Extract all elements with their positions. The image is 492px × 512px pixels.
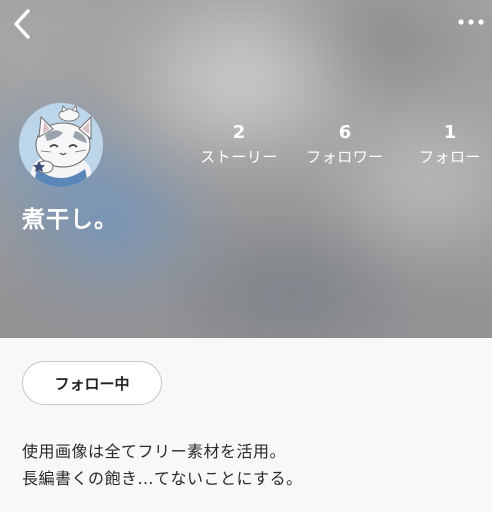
following-button[interactable]: フォロー中 <box>22 361 162 405</box>
stat-following-label: フォロー <box>418 148 481 166</box>
stat-following[interactable]: 1 フォロー <box>410 120 490 168</box>
stat-stories-count: 2 <box>232 122 246 143</box>
bio-line: 長編書くの飽き…てないことにする。 <box>22 469 303 488</box>
profile-username: 煮干し。 <box>22 207 118 233</box>
stat-followers[interactable]: 6 フォロワー <box>300 120 390 168</box>
profile-screen: 2 ストーリー 6 フォロワー 1 フォロー 煮干し。 フォロー中 使用画像は全… <box>0 0 492 512</box>
bio-line: 使用画像は全てフリー素材を活用。 <box>22 442 287 461</box>
more-options-button[interactable] <box>456 12 486 32</box>
stat-followers-label: フォロワー <box>306 148 384 166</box>
stat-stories-label: ストーリー <box>200 148 278 166</box>
stat-followers-count: 6 <box>338 122 352 143</box>
more-horizontal-icon <box>458 19 484 25</box>
back-button[interactable] <box>8 8 36 40</box>
chevron-left-icon <box>14 9 30 39</box>
stat-stories[interactable]: 2 ストーリー <box>194 120 284 168</box>
profile-bio: 使用画像は全てフリー素材を活用。 長編書くの飽き…てないことにする。 <box>22 438 303 492</box>
stat-following-count: 1 <box>443 122 457 143</box>
profile-stats: 2 ストーリー 6 フォロワー 1 フォロー <box>0 120 492 176</box>
